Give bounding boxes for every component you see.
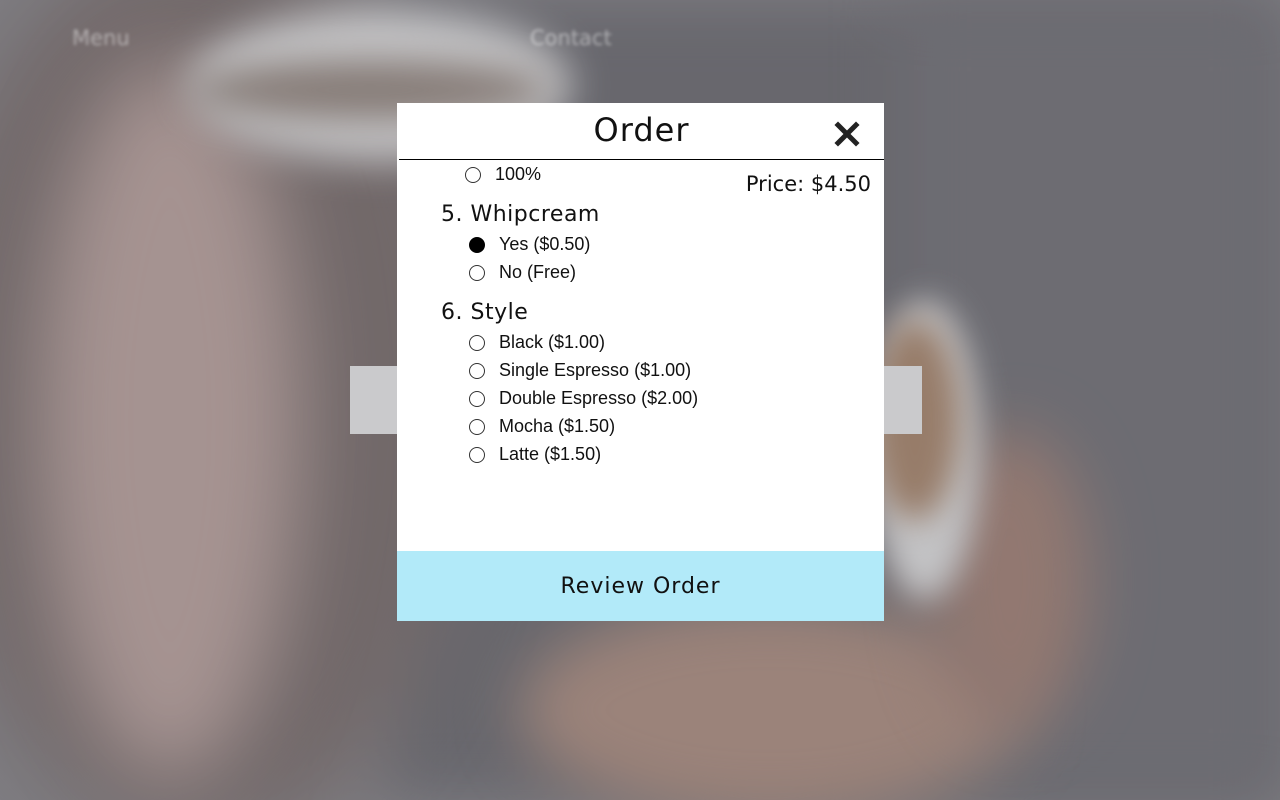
price-display: Price: $4.50 <box>745 172 871 196</box>
modal-title: Order <box>593 111 690 149</box>
option-label: Latte ($1.50) <box>499 444 602 464</box>
order-modal: Order 100% Price: $4.50 5. Whipcream Yes… <box>397 103 884 621</box>
option-100-percent[interactable]: 100% <box>465 164 541 185</box>
option-style-black[interactable]: Black ($1.00) <box>469 332 605 353</box>
nav-contact-link: Contact <box>530 26 612 50</box>
page: Menu Contact Order 100% Price: $4.50 5. … <box>0 0 1280 800</box>
section-title-style: 6. Style <box>441 300 529 325</box>
option-label: 100% <box>495 164 542 184</box>
option-whipcream-no[interactable]: No (Free) <box>469 262 576 283</box>
radio-button[interactable] <box>469 418 485 435</box>
option-style-double-espresso[interactable]: Double Espresso ($2.00) <box>469 388 698 409</box>
radio-button[interactable] <box>469 362 485 379</box>
radio-button[interactable] <box>469 334 485 351</box>
option-label: Yes ($0.50) <box>499 234 591 254</box>
radio-button[interactable] <box>465 166 481 183</box>
close-icon[interactable] <box>834 121 860 147</box>
option-style-mocha[interactable]: Mocha ($1.50) <box>469 416 615 437</box>
section-title-whipcream: 5. Whipcream <box>441 202 600 227</box>
review-order-button[interactable]: Review Order <box>397 551 884 621</box>
option-label: Black ($1.00) <box>499 332 606 352</box>
option-label: Double Espresso ($2.00) <box>499 388 699 408</box>
radio-button[interactable] <box>469 390 485 407</box>
radio-button[interactable] <box>469 264 485 281</box>
option-style-latte[interactable]: Latte ($1.50) <box>469 444 601 465</box>
radio-button-checked[interactable] <box>469 236 485 253</box>
radio-button[interactable] <box>469 446 485 463</box>
option-label: Single Espresso ($1.00) <box>499 360 692 380</box>
option-label: Mocha ($1.50) <box>499 416 616 436</box>
option-label: No (Free) <box>499 262 577 282</box>
modal-header: Order <box>399 103 884 160</box>
modal-scroll-body[interactable]: 100% Price: $4.50 5. Whipcream Yes ($0.5… <box>397 160 884 550</box>
nav-menu-link: Menu <box>72 26 130 50</box>
option-style-single-espresso[interactable]: Single Espresso ($1.00) <box>469 360 691 381</box>
option-whipcream-yes[interactable]: Yes ($0.50) <box>469 234 590 255</box>
